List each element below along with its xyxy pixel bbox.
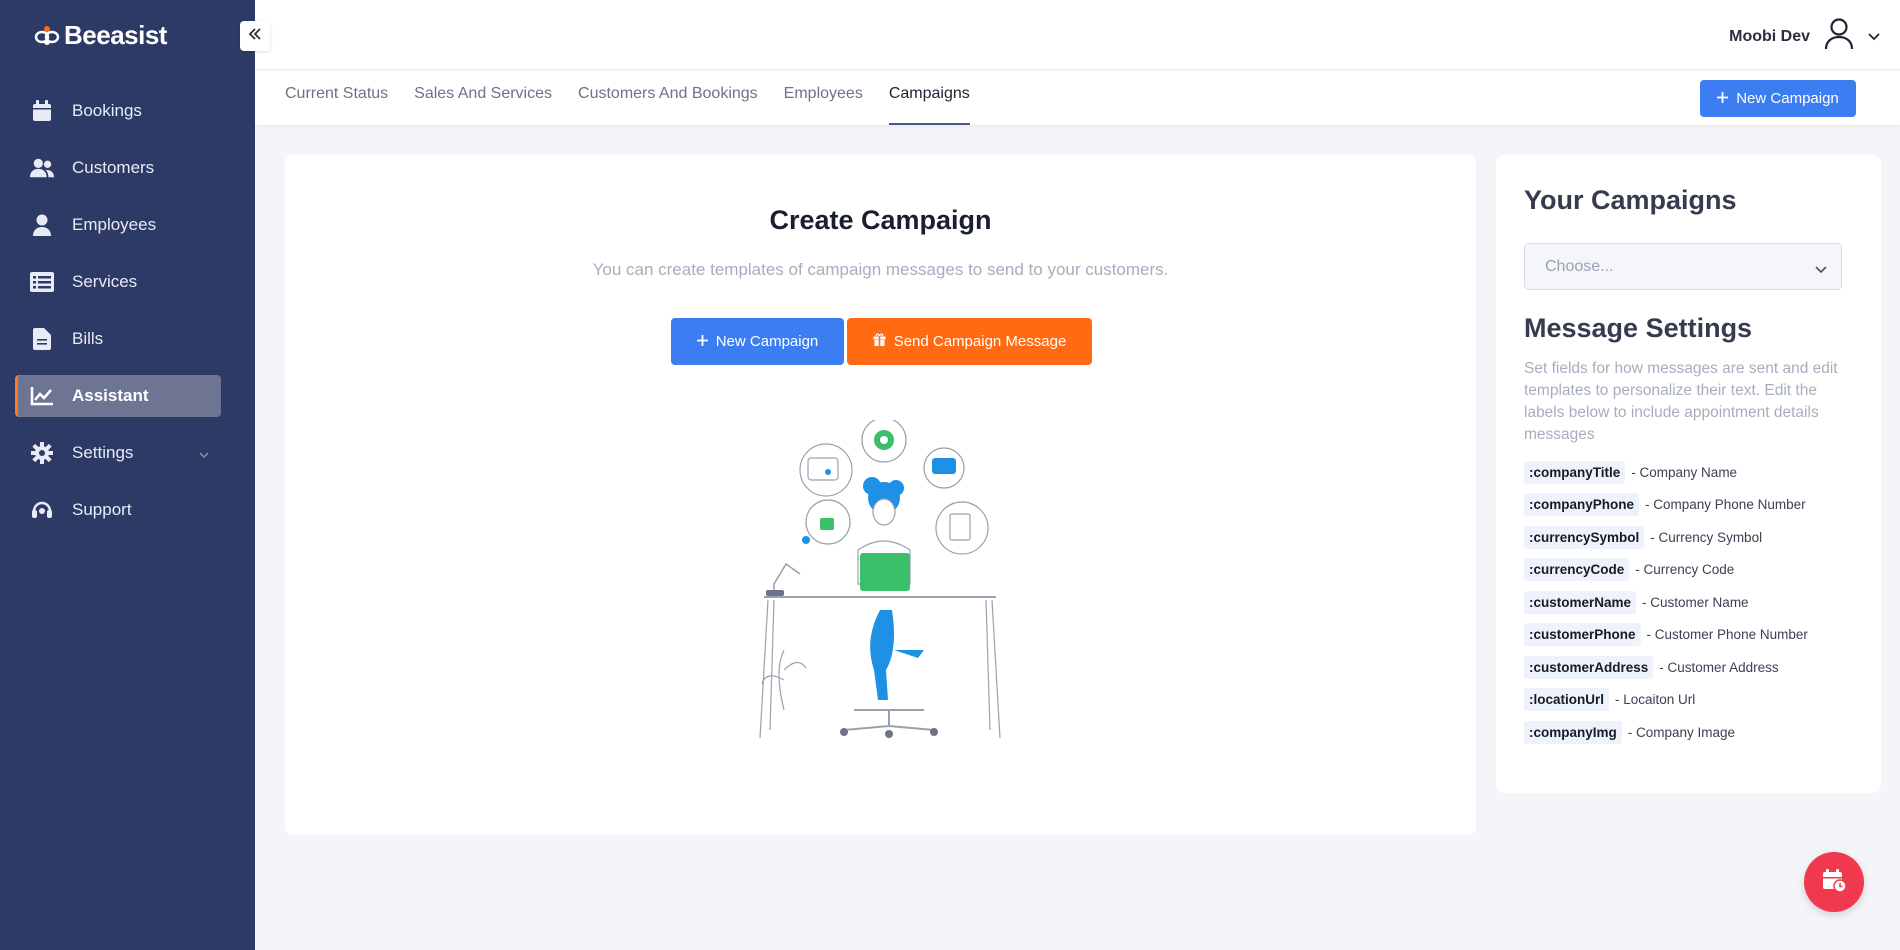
sidebar-item-label: Bills [72,329,104,348]
campaign-select[interactable]: Choose... [1524,243,1842,290]
sidebar-item-label: Support [72,500,132,519]
sidebar-item-customers[interactable]: Customers [15,147,221,189]
list-item: :locationUrl - Locaiton Url [1524,686,1864,714]
campaign-settings-panel: Your Campaigns Choose... Message Setting… [1496,155,1881,793]
field-description: - Currency Symbol [1650,529,1763,545]
quick-booking-fab[interactable] [1804,852,1864,912]
message-settings-description: Set fields for how messages are sent and… [1524,360,1838,443]
sidebar-item-bills[interactable]: Bills [15,318,221,360]
button-label: New Campaign [715,333,819,350]
user-menu[interactable]: Moobi Dev [1729,18,1880,55]
message-settings-title: Message Settings [1524,313,1753,343]
user-icon [30,213,54,237]
field-key: :locationUrl [1524,688,1610,711]
sidebar-nav: Bookings Customers Employees Services Bi… [0,90,255,546]
field-description: - Customer Phone Number [1646,627,1808,642]
double-chevron-left-icon [248,27,262,45]
chart-line-icon [30,384,54,408]
sidebar-item-assistant[interactable]: Assistant [15,375,221,417]
field-description: - Locaiton Url [1615,692,1696,707]
action-buttons: New Campaign Send Campaign Message [671,318,1092,365]
list-item: :companyImg - Company Image [1524,718,1864,746]
field-key: :companyPhone [1524,493,1640,516]
new-campaign-button[interactable]: New Campaign [1700,80,1856,117]
chevron-down-icon [1815,261,1827,279]
list-item: :currencyCode - Currency Code [1524,556,1864,584]
field-description: - Company Image [1627,724,1736,740]
tab-current-status[interactable]: Current Status [285,71,388,125]
collapse-sidebar-button[interactable] [240,21,270,51]
select-placeholder: Choose... [1545,257,1614,275]
create-campaign-card: Create Campaign You can create templates… [285,155,1476,835]
list-item: :currencySymbol - Currency Symbol [1524,523,1864,551]
tabs-bar: Current Status Sales And Services Custom… [255,71,1900,125]
campaign-illustration [744,417,1014,740]
brand-name: Beeasist [64,20,167,50]
field-description: - Customer Address [1659,659,1779,675]
tab-campaigns[interactable]: Campaigns [888,71,970,125]
bee-logo-icon [34,23,60,49]
sidebar-item-support[interactable]: Support [15,489,221,531]
chevron-down-icon [1868,28,1880,46]
chevron-down-icon [199,446,209,464]
sidebar-item-employees[interactable]: Employees [15,204,221,246]
send-campaign-message-button[interactable]: Send Campaign Message [847,318,1092,365]
field-description: - Company Name [1631,464,1738,480]
plus-icon [1717,90,1729,107]
sidebar-item-settings[interactable]: Settings [15,432,221,474]
field-key: :currencyCode [1524,558,1630,581]
tabs: Current Status Sales And Services Custom… [285,71,996,125]
tab-customers-and-bookings[interactable]: Customers And Bookings [578,71,758,125]
sidebar-item-label: Assistant [72,386,149,405]
user-name: Moobi Dev [1729,27,1810,45]
gift-icon [873,333,886,350]
field-key: :customerAddress [1524,655,1654,679]
button-label: Send Campaign Message [893,333,1067,350]
field-key: :companyTitle [1524,460,1626,484]
field-key: :customerName [1524,590,1637,614]
calendar-clock-icon [1821,867,1847,898]
new-campaign-button[interactable]: New Campaign [671,318,844,365]
field-description: - Currency Code [1635,562,1735,577]
tab-employees[interactable]: Employees [784,71,863,125]
list-item: :companyPhone - Company Phone Number [1524,491,1864,519]
gear-icon [30,441,54,465]
sidebar: Beeasist Bookings Customers Employees Se… [0,0,255,950]
brand-logo[interactable]: Beeasist [34,20,167,51]
users-icon [30,156,54,180]
your-campaigns-title: Your Campaigns [1524,185,1737,215]
page-subtitle: You can create templates of campaign mes… [592,260,1169,279]
template-field-list: :companyTitle - Company Name :companyPhon… [1524,458,1864,751]
top-bar: Moobi Dev [255,0,1900,70]
sidebar-item-label: Employees [72,215,157,234]
sidebar-item-bookings[interactable]: Bookings [15,90,221,132]
sidebar-item-label: Services [72,272,138,291]
calendar-icon [30,99,54,123]
sidebar-item-services[interactable]: Services [15,261,221,303]
headset-icon [30,498,54,522]
sidebar-item-label: Settings [72,443,134,462]
sidebar-item-label: Bookings [72,101,142,120]
field-key: :currencySymbol [1524,525,1645,549]
button-label: New Campaign [1736,90,1839,107]
field-description: - Customer Name [1642,594,1749,610]
list-icon [30,270,54,294]
tab-sales-and-services[interactable]: Sales And Services [414,71,552,125]
page-title: Create Campaign [769,205,992,235]
field-key: :customerPhone [1524,623,1641,646]
sidebar-item-label: Customers [72,158,155,177]
user-avatar-icon [1824,18,1854,55]
list-item: :customerAddress - Customer Address [1524,653,1864,681]
field-key: :companyImg [1524,720,1622,744]
list-item: :customerPhone - Customer Phone Number [1524,621,1864,649]
file-icon [30,327,54,351]
list-item: :companyTitle - Company Name [1524,458,1864,486]
list-item: :customerName - Customer Name [1524,588,1864,616]
field-description: - Company Phone Number [1645,497,1806,512]
plus-icon [696,333,708,350]
